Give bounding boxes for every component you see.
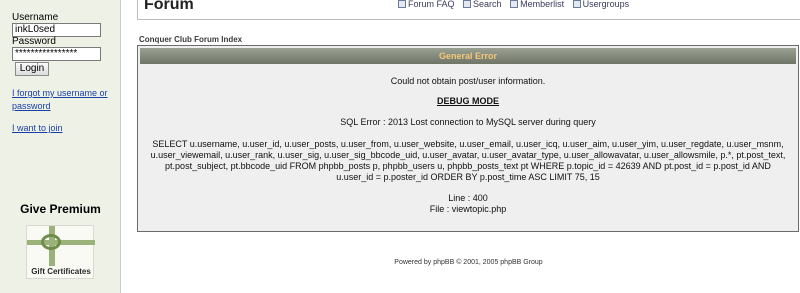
usergroups-icon xyxy=(572,0,581,8)
main-content: Forum Forum FAQ Search Memberlist Usergr… xyxy=(137,0,800,293)
faq-icon xyxy=(398,0,406,8)
join-link[interactable]: I want to join xyxy=(12,122,63,135)
bow-graphic xyxy=(41,234,61,250)
nav-usergroups[interactable]: Usergroups xyxy=(572,0,629,9)
username-label: Username xyxy=(12,12,59,23)
nav-search[interactable]: Search xyxy=(463,0,502,9)
error-file-name: File : viewtopic.php xyxy=(429,204,507,214)
memberlist-icon xyxy=(510,0,519,8)
page-header: Forum Forum FAQ Search Memberlist Usergr… xyxy=(137,0,800,20)
error-line-number: Line : 400 xyxy=(448,193,488,203)
top-navigation: Forum FAQ Search Memberlist Usergroups xyxy=(398,0,635,9)
phpbb-link[interactable]: phpBB xyxy=(433,259,454,266)
nav-memberlist[interactable]: Memberlist xyxy=(510,0,564,9)
sidebar: Username inkL0sed Password *************… xyxy=(0,0,121,293)
sql-query-text: SELECT u.username, u.user_id, u.user_pos… xyxy=(150,139,786,182)
search-icon xyxy=(463,0,472,8)
gift-certificate-image[interactable]: Gift Certificates xyxy=(26,225,95,279)
sql-error-text: SQL Error : 2013 Lost connection to MySQ… xyxy=(340,117,596,127)
password-field[interactable]: **************** xyxy=(12,47,101,61)
debug-mode-heading: DEBUG MODE xyxy=(436,96,499,106)
ribbon-graphic xyxy=(27,240,95,245)
breadcrumb[interactable]: Conquer Club Forum Index xyxy=(139,35,242,44)
error-message: Could not obtain post/user information. xyxy=(390,76,546,86)
give-premium-heading: Give Premium xyxy=(20,202,101,216)
page-title: Forum xyxy=(144,0,194,13)
error-panel: General Error Could not obtain post/user… xyxy=(137,45,799,232)
error-body: Could not obtain post/user information. … xyxy=(142,76,794,215)
footer: Powered by phpBB © 2001, 2005 phpBB Grou… xyxy=(137,259,800,266)
password-label: Password xyxy=(12,36,56,47)
footer-suffix: © 2001, 2005 phpBB Group xyxy=(454,259,543,266)
footer-prefix: Powered by xyxy=(394,259,434,266)
username-field[interactable]: inkL0sed xyxy=(12,23,101,37)
error-title: General Error xyxy=(140,48,796,64)
gift-certificate-label: Gift Certificates xyxy=(31,267,91,276)
forgot-password-link[interactable]: I forgot my username or password xyxy=(12,87,112,113)
login-button[interactable]: Login xyxy=(15,62,49,76)
nav-forum-faq[interactable]: Forum FAQ xyxy=(398,0,455,9)
